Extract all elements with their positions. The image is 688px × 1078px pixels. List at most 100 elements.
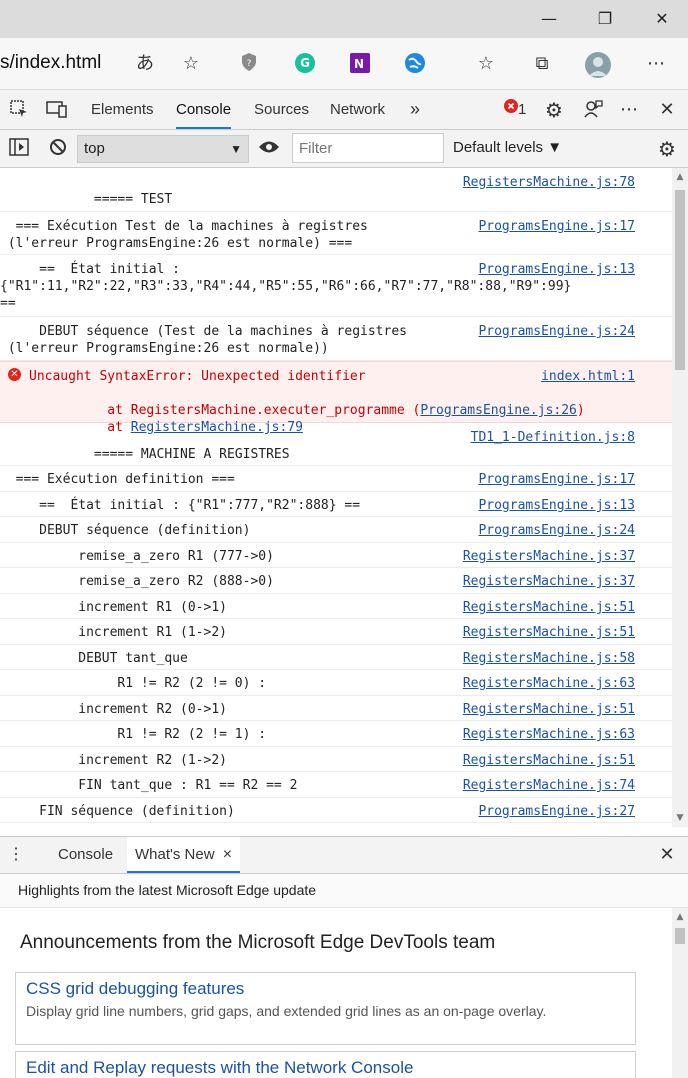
show-sidebar-icon[interactable] [8, 138, 30, 160]
inspect-element-icon[interactable] [8, 99, 30, 121]
context-selector[interactable]: top ▼ [77, 135, 249, 163]
source-link[interactable]: RegistersMachine.js:51 [463, 701, 635, 718]
drawer-menu-icon[interactable]: ⋮ [8, 837, 24, 873]
scrollbar-thumb[interactable] [675, 190, 685, 370]
svg-text:G: G [300, 56, 310, 70]
source-link[interactable]: RegistersMachine.js:58 [463, 650, 635, 667]
source-link[interactable]: ProgramsEngine.js:24 [478, 323, 635, 340]
tab-console[interactable]: Console [176, 90, 232, 129]
favorites-icon[interactable]: ☆ [474, 52, 498, 76]
stack-link[interactable]: ProgramsEngine.js:26 [420, 403, 577, 418]
tab-sources[interactable]: Sources [254, 90, 309, 129]
console-message: DEBUT tant_que RegistersMachine.js:58 [0, 645, 672, 670]
whats-new-title: Announcements from the Microsoft Edge De… [20, 932, 496, 953]
source-link[interactable]: RegistersMachine.js:37 [463, 548, 635, 565]
console-message: increment R1 (1->2) RegistersMachine.js:… [0, 619, 672, 645]
maximize-icon[interactable]: ❐ [593, 8, 617, 30]
devtools-tabbar: Elements Console Sources Network » 1 ⚙ ⋯… [0, 90, 688, 130]
console-message: ===== TEST RegistersMachine.js:78 [0, 168, 672, 212]
error-icon: ✕ [8, 368, 21, 381]
console-output[interactable]: ===== TEST RegistersMachine.js:78 === Ex… [0, 168, 672, 827]
device-toolbar-icon[interactable] [46, 99, 68, 121]
console-settings-gear-icon[interactable]: ⚙ [656, 138, 678, 160]
profile-avatar[interactable] [585, 52, 611, 78]
error-count[interactable]: 1 [518, 90, 526, 129]
card-title[interactable]: CSS grid debugging features [26, 979, 625, 999]
context-value: top [84, 140, 105, 157]
console-message: FIN séquence (definition) ProgramsEngine… [0, 798, 672, 823]
console-message: DEBUT séquence (definition) ProgramsEngi… [0, 517, 672, 543]
whats-new-scrollbar[interactable]: ▲ [672, 908, 688, 1078]
console-message: R1 != R2 (2 != 0) : RegistersMachine.js:… [0, 670, 672, 696]
tab-network[interactable]: Network [330, 90, 385, 129]
globe-extension-icon[interactable] [403, 52, 427, 76]
card-description: Display grid line numbers, grid gaps, an… [26, 1003, 547, 1019]
source-link[interactable]: ProgramsEngine.js:13 [478, 497, 635, 514]
source-link[interactable]: RegistersMachine.js:63 [463, 726, 635, 743]
source-link[interactable]: RegistersMachine.js:51 [463, 752, 635, 769]
customize-more-icon[interactable]: ⋯ [618, 99, 640, 121]
close-drawer-icon[interactable]: ✕ [656, 844, 678, 866]
source-link[interactable]: RegistersMachine.js:63 [463, 675, 635, 692]
close-devtools-icon[interactable]: ✕ [656, 99, 678, 121]
close-window-icon[interactable]: ✕ [650, 8, 674, 30]
more-tabs-icon[interactable]: » [410, 90, 420, 129]
error-text: Uncaught SyntaxError: Unexpected identif… [29, 369, 366, 384]
console-message: R1 != R2 (2 != 1) : RegistersMachine.js:… [0, 721, 672, 747]
scrollbar-thumb[interactable] [675, 928, 685, 944]
source-link[interactable]: ProgramsEngine.js:24 [478, 522, 635, 539]
source-link[interactable]: RegistersMachine.js:78 [463, 174, 635, 191]
scroll-up-icon[interactable]: ▲ [675, 912, 685, 922]
close-tab-icon[interactable]: × [223, 846, 232, 863]
console-message: DEBUT séquence (Test de la machines à re… [0, 317, 672, 361]
source-link[interactable]: RegistersMachine.js:37 [463, 573, 635, 590]
source-link[interactable]: ProgramsEngine.js:17 [478, 218, 635, 235]
log-levels-dropdown[interactable]: Default levels ▼ [453, 139, 562, 156]
source-link[interactable]: RegistersMachine.js:51 [463, 599, 635, 616]
drawer-tabbar: ⋮ Console What's New × ✕ [0, 836, 688, 874]
source-link[interactable]: RegistersMachine.js:74 [463, 777, 635, 794]
scroll-up-icon[interactable]: ▲ [675, 172, 685, 182]
address-bar: s/index.html あ ☆ ? G N ☆ ⧉ ⋯ [0, 38, 688, 90]
console-message: === Exécution Test de la machines à regi… [0, 212, 672, 255]
filter-input[interactable] [292, 133, 444, 163]
source-link[interactable]: ProgramsEngine.js:13 [478, 261, 635, 278]
feedback-icon[interactable] [582, 99, 604, 121]
card-title[interactable]: Edit and Replay requests with the Networ… [26, 1058, 625, 1078]
minimize-icon[interactable]: — [537, 8, 561, 30]
collections-icon[interactable]: ⧉ [530, 52, 554, 76]
source-link[interactable]: TD1_1-Definition.js:8 [471, 429, 635, 446]
drawer-tab-whats-new[interactable]: What's New × [127, 837, 241, 873]
svg-text:N: N [354, 57, 364, 71]
shield-extension-icon[interactable]: ? [237, 52, 261, 76]
console-message: remise_a_zero R2 (888->0) RegistersMachi… [0, 568, 672, 594]
console-message: === Exécution definition === ProgramsEng… [0, 466, 672, 492]
svg-text:?: ? [247, 59, 252, 69]
settings-more-icon[interactable]: ⋯ [644, 52, 668, 76]
console-message: == État initial : {"R1":11,"R2":22,"R3":… [0, 255, 672, 317]
favorite-star-icon[interactable]: ☆ [179, 52, 203, 76]
source-link[interactable]: ProgramsEngine.js:27 [478, 803, 635, 820]
devtools-settings-gear-icon[interactable]: ⚙ [543, 99, 565, 121]
source-link[interactable]: ProgramsEngine.js:17 [478, 471, 635, 488]
announcement-card[interactable]: Edit and Replay requests with the Networ… [15, 1051, 636, 1078]
live-expression-eye-icon[interactable] [258, 138, 280, 160]
source-link[interactable]: RegistersMachine.js:51 [463, 624, 635, 641]
console-message: == État initial : {"R1":777,"R2":888} ==… [0, 492, 672, 517]
drawer-tab-console[interactable]: Console [58, 837, 113, 873]
grammarly-icon[interactable]: G [293, 52, 317, 76]
console-scrollbar[interactable]: ▲ ▼ [672, 168, 688, 827]
source-link[interactable]: index.html:1 [541, 368, 635, 385]
tab-elements[interactable]: Elements [91, 90, 154, 129]
whats-new-panel: Announcements from the Microsoft Edge De… [0, 908, 672, 1078]
url-text[interactable]: s/index.html [0, 52, 101, 74]
console-message: ===== MACHINE A REGISTRES TD1_1-Definiti… [0, 423, 672, 466]
console-message: FIN tant_que : R1 == R2 == 2 RegistersMa… [0, 772, 672, 798]
read-aloud-icon[interactable]: あ [133, 52, 157, 76]
chevron-down-icon: ▼ [230, 142, 242, 156]
clear-console-icon[interactable] [47, 138, 69, 160]
window-titlebar: — ❐ ✕ [0, 0, 688, 38]
announcement-card[interactable]: CSS grid debugging features Display grid… [15, 972, 636, 1045]
scroll-down-icon[interactable]: ▼ [675, 813, 685, 823]
onenote-icon[interactable]: N [348, 52, 372, 76]
